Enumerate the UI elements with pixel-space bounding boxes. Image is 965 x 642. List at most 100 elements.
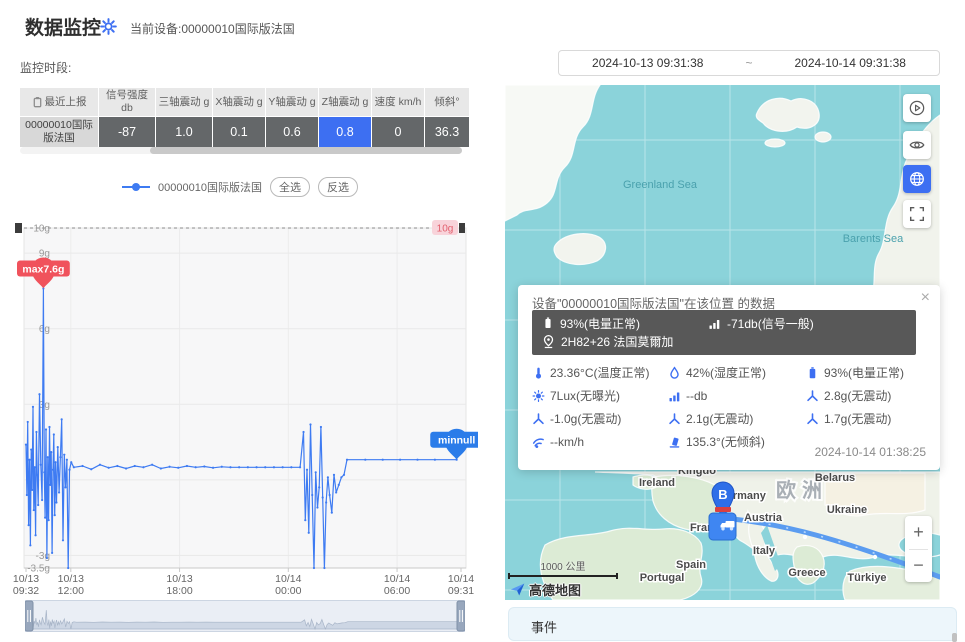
data-point <box>322 496 324 498</box>
popup-reading: 2.8g(无震动) <box>806 384 932 407</box>
data-point <box>315 471 317 473</box>
legend-series-label[interactable]: 00000010国际版法国 <box>158 179 262 195</box>
col-header-x[interactable]: X轴震动 g <box>213 88 265 116</box>
popup-reading: 23.36°C(温度正常) <box>532 361 668 384</box>
data-point <box>134 465 136 467</box>
range-end[interactable]: 2024-10-14 09:31:38 <box>795 56 906 70</box>
layers-globe-button[interactable] <box>903 165 931 193</box>
data-point <box>25 443 27 445</box>
data-point <box>327 476 329 478</box>
data-point <box>54 461 56 463</box>
data-point <box>46 557 48 559</box>
col-header-signal[interactable]: 信号强度 db <box>99 88 155 116</box>
popup-summary-bar: 93%(电量正常) -71db(信号一般) 2H82+26 法国莫爾加 <box>532 310 916 355</box>
col-header-speed[interactable]: 速度 km/h <box>372 88 424 116</box>
map-zoom-control: + − <box>905 516 932 582</box>
data-point <box>37 504 39 506</box>
col-header-y[interactable]: Y轴震动 g <box>266 88 318 116</box>
data-point <box>308 532 310 534</box>
data-point <box>313 567 315 569</box>
data-point <box>416 459 418 461</box>
map-label-country: Ukraine <box>827 504 867 516</box>
y-vibration-icon <box>668 412 681 426</box>
datazoom-handle-right[interactable] <box>457 601 465 631</box>
data-point <box>125 467 127 469</box>
col-header-tilt[interactable]: 倾斜° <box>425 88 469 116</box>
legend-line-icon[interactable] <box>122 182 150 192</box>
data-point <box>311 494 313 496</box>
data-point <box>52 469 54 471</box>
scrollbar-thumb[interactable] <box>150 147 462 154</box>
zoom-out-button[interactable]: − <box>905 550 932 583</box>
map-label-country: Portugal <box>640 572 685 584</box>
map-attribution[interactable]: 高德地图 <box>509 580 581 599</box>
range-start[interactable]: 2024-10-13 09:31:38 <box>592 56 703 70</box>
reading-text: --db <box>686 389 707 403</box>
summary-address: 2H82+26 法国莫爾加 <box>542 333 673 350</box>
route-waypoint <box>873 555 877 559</box>
signal-cell[interactable]: -87 <box>99 117 155 147</box>
location-icon <box>542 334 555 349</box>
select-all-button[interactable]: 全选 <box>270 177 310 197</box>
vibration-line-chart[interactable]: 10g10g9g6g3g-3g-3.5g10/1309:3210/1312:00… <box>8 215 478 600</box>
data-point <box>33 509 35 511</box>
device-name-cell[interactable]: 00000010国际版法国 <box>20 117 98 147</box>
fullscreen-icon <box>908 205 926 223</box>
data-point <box>49 484 51 486</box>
data-point <box>40 464 42 466</box>
map-label-country: Italy <box>753 545 776 557</box>
date-range-picker[interactable]: 2024-10-13 09:31:38 ~ 2024-10-14 09:31:3… <box>558 50 940 76</box>
x-tick-label: 10/1312:00 <box>58 573 84 597</box>
datazoom-handle-left[interactable] <box>25 601 33 631</box>
device-marker-group[interactable]: B <box>705 479 741 541</box>
route-waypoint <box>803 535 807 539</box>
data-point <box>51 552 53 554</box>
close-icon[interactable]: × <box>921 289 930 307</box>
data-point <box>264 466 266 468</box>
data-point <box>41 499 43 501</box>
device-data-popup: 设备"00000010国际版法国"在该位置 的数据 × 93%(电量正常) -7… <box>518 285 940 470</box>
data-point <box>99 464 101 466</box>
map-label-sea: Barents Sea <box>843 233 904 245</box>
data-point <box>290 466 292 468</box>
data-point <box>346 459 348 461</box>
col-header-triaxial[interactable]: 三轴震动 g <box>156 88 212 116</box>
events-title: 事件 <box>509 608 956 636</box>
data-point <box>35 431 37 433</box>
data-point <box>186 465 188 467</box>
gear-icon[interactable] <box>100 18 117 35</box>
x-vibration-cell[interactable]: 0.1 <box>213 117 265 147</box>
popup-reading: 7Lux(无曝光) <box>532 384 668 407</box>
zoom-in-button[interactable]: + <box>905 516 932 549</box>
threshold-handle-left[interactable] <box>15 223 22 233</box>
tilt-cell[interactable]: 36.3 <box>425 117 469 147</box>
speed-cell[interactable]: 0 <box>372 117 424 147</box>
x-tick-label: 10/1309:32 <box>13 573 39 597</box>
data-point <box>26 494 28 496</box>
y-vibration-cell[interactable]: 0.6 <box>266 117 318 147</box>
triaxial-cell[interactable]: 1.0 <box>156 117 212 147</box>
table-horizontal-scrollbar[interactable] <box>20 147 462 154</box>
z-vibration-cell-selected[interactable]: 0.8 <box>319 117 371 147</box>
col-header-recent[interactable]: 最近上报 <box>20 88 98 116</box>
map-label-country: Ireland <box>639 477 675 489</box>
data-point <box>53 433 55 435</box>
invert-selection-button[interactable]: 反选 <box>318 177 358 197</box>
threshold-handle-right[interactable] <box>459 223 465 233</box>
playback-button[interactable] <box>903 94 931 122</box>
thermometer-icon <box>532 366 545 380</box>
play-icon <box>908 99 926 117</box>
reading-text: 2.8g(无震动) <box>824 387 891 404</box>
plot-area[interactable] <box>24 228 466 568</box>
data-point <box>333 474 335 476</box>
chart-datazoom-slider[interactable] <box>25 600 465 632</box>
visibility-button[interactable] <box>903 131 931 159</box>
fullscreen-button[interactable] <box>903 200 931 228</box>
col-header-z[interactable]: Z轴震动 g <box>319 88 371 116</box>
data-point <box>73 466 75 468</box>
data-point <box>338 484 340 486</box>
data-point <box>67 567 69 569</box>
svg-text:minnull: minnull <box>438 435 475 447</box>
events-scrollbar[interactable] <box>952 633 957 642</box>
reading-text: --km/h <box>550 435 584 449</box>
